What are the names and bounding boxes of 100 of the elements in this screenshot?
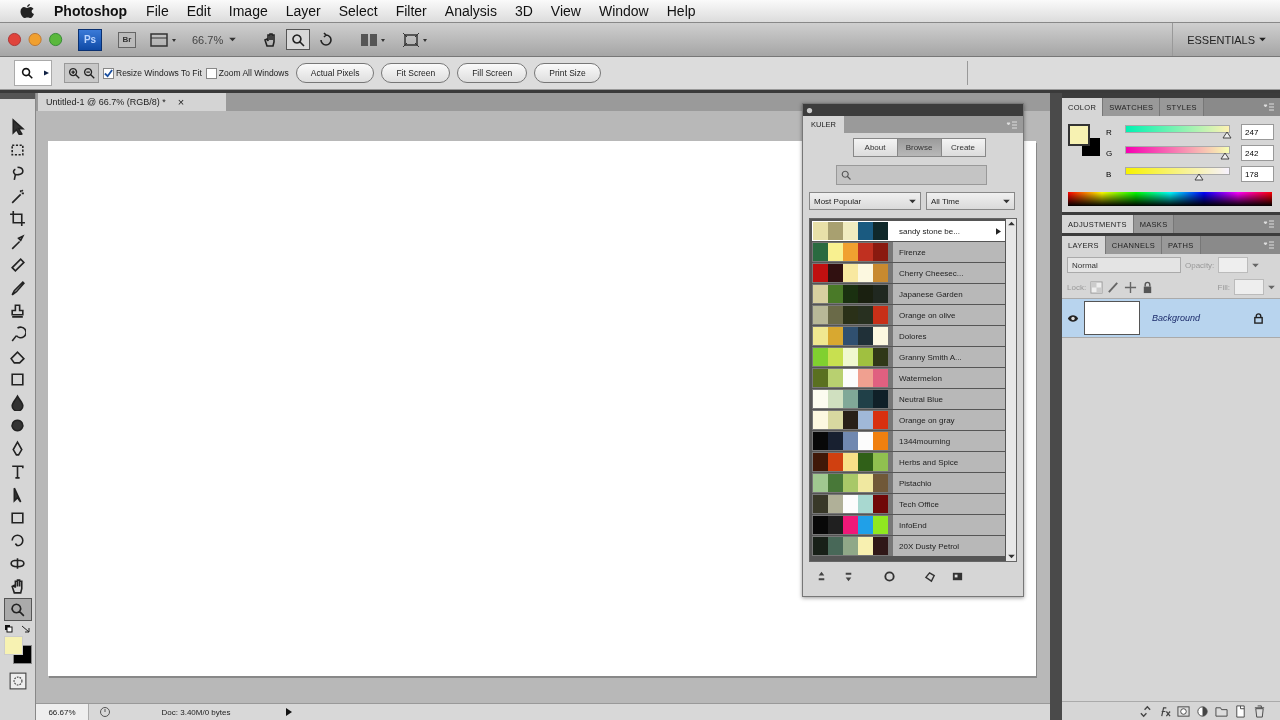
- zoom-level-dropdown[interactable]: 66.7%: [186, 32, 243, 47]
- color-theme-row[interactable]: Orange on gray: [812, 410, 1005, 430]
- channel-value-field[interactable]: 247: [1241, 124, 1274, 140]
- menu-item[interactable]: Filter: [395, 3, 427, 19]
- zoom-option-button[interactable]: Fit Screen: [381, 63, 451, 83]
- theme-name: InfoEnd: [899, 520, 927, 530]
- eye-icon[interactable]: [1067, 313, 1079, 323]
- bridge-button[interactable]: Br: [118, 31, 136, 48]
- menu-item[interactable]: Image: [228, 3, 268, 19]
- adjustment-layer-icon[interactable]: [1196, 704, 1209, 718]
- opacity-field[interactable]: [1218, 257, 1249, 273]
- color-theme-row[interactable]: 20X Dusty Petrol: [812, 536, 1005, 556]
- foreground-background-colors[interactable]: [3, 636, 32, 664]
- segment-button[interactable]: About: [852, 138, 898, 157]
- rotate-icon: [318, 31, 335, 48]
- default-colors-icon[interactable]: [3, 624, 32, 634]
- color-theme-row[interactable]: Pistachio: [812, 473, 1005, 493]
- document-tab[interactable]: Untitled-1 @ 66.7% (RGB/8) * ×: [38, 93, 226, 111]
- menu-item[interactable]: View: [550, 3, 581, 19]
- tool-button[interactable]: [286, 29, 311, 50]
- color-theme-row[interactable]: Cherry Cheesec...: [812, 263, 1005, 283]
- color-theme-row[interactable]: Tech Office: [812, 494, 1005, 514]
- slider-thumb[interactable]: [1193, 172, 1204, 181]
- color-theme-row[interactable]: Firenze: [812, 242, 1005, 262]
- close-icon[interactable]: [806, 106, 813, 114]
- theme-name: Cherry Cheesec...: [899, 268, 964, 278]
- tool-preset-picker[interactable]: [14, 60, 52, 86]
- trash-icon[interactable]: [1253, 704, 1266, 718]
- theme-name: 20X Dusty Petrol: [899, 541, 960, 551]
- type-icon: [9, 463, 26, 480]
- add-to-swatches-icon[interactable]: [951, 570, 964, 583]
- color-theme-row[interactable]: Japanese Garden: [812, 284, 1005, 304]
- brush-icon[interactable]: [1107, 280, 1121, 294]
- channel-value-field[interactable]: 242: [1241, 145, 1274, 161]
- brush-icon: [9, 279, 26, 296]
- menu-item[interactable]: Select: [338, 3, 378, 19]
- quick-mask-icon[interactable]: [8, 672, 27, 690]
- menu-item[interactable]: 3D: [514, 3, 533, 19]
- theme-name: Orange on olive: [899, 310, 956, 320]
- filter-dropdown[interactable]: All Time: [926, 192, 1015, 210]
- color-theme-row[interactable]: Dolores: [812, 326, 1005, 346]
- zoom-option-button[interactable]: Print Size: [534, 63, 601, 83]
- toolbox-grip[interactable]: [0, 93, 35, 99]
- checkbox[interactable]: [103, 67, 114, 79]
- color-theme-row[interactable]: InfoEnd: [812, 515, 1005, 535]
- layer-row[interactable]: Background: [1062, 298, 1280, 338]
- fill-field[interactable]: [1234, 279, 1264, 295]
- status-info-icon[interactable]: [99, 706, 111, 718]
- zoom-in-icon[interactable]: [67, 66, 81, 80]
- new-layer-icon[interactable]: [1234, 704, 1247, 718]
- scroll-up-arrow-icon[interactable]: [1007, 221, 1015, 226]
- tool-button[interactable]: [3, 598, 32, 621]
- color-theme-row[interactable]: Orange on olive: [812, 305, 1005, 325]
- window-controls-icon[interactable]: [7, 32, 65, 47]
- menu-item[interactable]: File: [146, 3, 169, 19]
- search-field[interactable]: [836, 165, 987, 185]
- zoom-option-button[interactable]: Fill Screen: [457, 63, 528, 83]
- workspace-switcher[interactable]: ESSENTIALS: [1172, 23, 1280, 56]
- menu-item[interactable]: Window: [598, 3, 649, 19]
- app-menu[interactable]: Photoshop: [54, 3, 128, 19]
- menu-item[interactable]: Layer: [285, 3, 321, 19]
- color-theme-row[interactable]: Watermelon: [812, 368, 1005, 388]
- folder-icon[interactable]: [1215, 704, 1228, 718]
- slider-thumb[interactable]: [1219, 151, 1230, 160]
- color-theme-row[interactable]: 1344mourning: [812, 431, 1005, 451]
- zoom-option-button[interactable]: Actual Pixels: [295, 63, 375, 83]
- slider-thumb[interactable]: [1221, 130, 1232, 139]
- effects-icon[interactable]: [1158, 704, 1171, 718]
- channel-value-field[interactable]: 178: [1241, 166, 1274, 182]
- expand-arrow-icon[interactable]: [996, 227, 1001, 235]
- scrollbar[interactable]: [1006, 219, 1016, 561]
- checkbox[interactable]: [205, 67, 217, 79]
- segment-button[interactable]: Browse: [896, 138, 942, 157]
- edit-theme-icon[interactable]: [924, 570, 937, 583]
- color-theme-row[interactable]: sandy stone be...: [812, 221, 1005, 241]
- dropdown-arrow-icon[interactable]: [1252, 262, 1260, 268]
- menu-item[interactable]: Analysis: [444, 3, 497, 19]
- color-theme-row[interactable]: Neutral Blue: [812, 389, 1005, 409]
- history-brush-icon: [9, 325, 26, 342]
- zoom-level-field[interactable]: 66.67%: [36, 704, 89, 720]
- blend-mode-dropdown[interactable]: Normal: [1067, 257, 1181, 273]
- zoom-out-icon[interactable]: [82, 66, 96, 80]
- scroll-down-arrow-icon[interactable]: [1007, 554, 1015, 559]
- color-theme-row[interactable]: Herbs and Spice: [812, 452, 1005, 472]
- segment-button[interactable]: Create: [940, 138, 986, 157]
- foreground-background-colors[interactable]: [1068, 124, 1100, 156]
- menu-item[interactable]: Help: [666, 3, 696, 19]
- theme-name: Granny Smith A...: [899, 352, 962, 362]
- zoom-icon: [9, 601, 26, 618]
- filter-dropdown[interactable]: Most Popular: [809, 192, 921, 210]
- menu-item[interactable]: Edit: [186, 3, 211, 19]
- dropdown-arrow-icon[interactable]: [1268, 284, 1275, 290]
- apple-logo-icon[interactable]: [20, 3, 34, 19]
- move-arrows-icon[interactable]: [1124, 280, 1138, 294]
- theme-name: Tech Office: [899, 499, 939, 509]
- status-menu-arrow-icon[interactable]: [285, 707, 293, 717]
- color-theme-row[interactable]: Granny Smith A...: [812, 347, 1005, 367]
- layer-mask-icon[interactable]: [1177, 704, 1190, 718]
- color-spectrum-bar[interactable]: [1068, 192, 1272, 206]
- view-extras-icon[interactable]: [150, 31, 178, 48]
